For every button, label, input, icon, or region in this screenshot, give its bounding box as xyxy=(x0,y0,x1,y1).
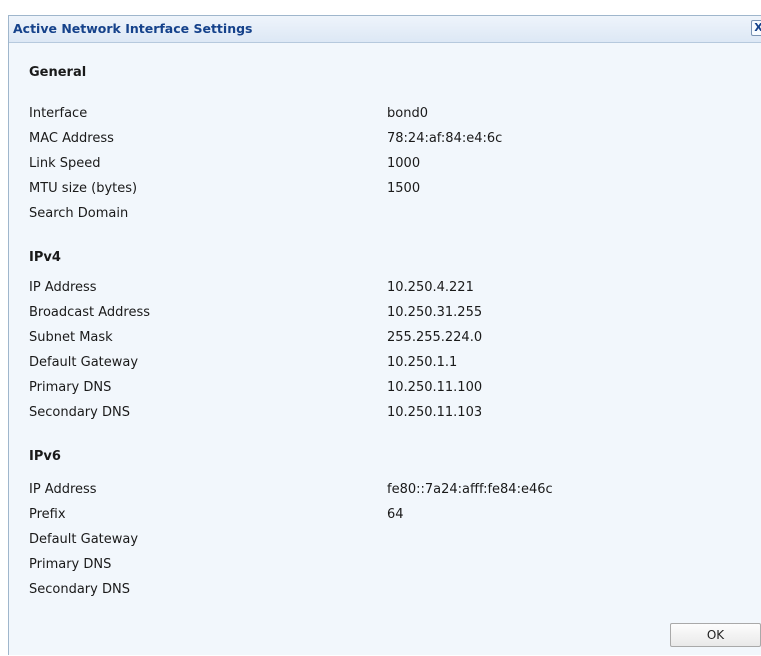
field-value: bond0 xyxy=(387,106,428,121)
field-label: Search Domain xyxy=(29,206,129,221)
row-ipv6-primary-dns: Primary DNS xyxy=(9,557,761,577)
section-heading-ipv4: IPv4 xyxy=(29,250,61,265)
field-label: IP Address xyxy=(29,482,97,497)
network-settings-dialog: Active Network Interface Settings X Gene… xyxy=(8,15,761,655)
field-value: 10.250.11.100 xyxy=(387,380,483,395)
field-value: 10.250.31.255 xyxy=(387,305,483,320)
field-value: 10.250.1.1 xyxy=(387,355,458,370)
field-value: 10.250.11.103 xyxy=(387,405,483,420)
row-ipv4-secondary-dns: Secondary DNS 10.250.11.103 xyxy=(9,405,761,425)
field-label: Primary DNS xyxy=(29,557,112,572)
row-ipv6-address: IP Address fe80::7a24:afff:fe84:e46c xyxy=(9,482,761,502)
field-value: 64 xyxy=(387,507,404,522)
dialog-titlebar: Active Network Interface Settings X xyxy=(9,16,761,43)
field-value: 1500 xyxy=(387,181,421,196)
field-label: Secondary DNS xyxy=(29,582,130,597)
field-label: Primary DNS xyxy=(29,380,112,395)
dialog-body: General Interface bond0 MAC Address 78:2… xyxy=(9,44,761,656)
row-mtu-size: MTU size (bytes) 1500 xyxy=(9,181,761,201)
field-label: Interface xyxy=(29,106,88,121)
field-value: 255.255.224.0 xyxy=(387,330,483,345)
field-value: 1000 xyxy=(387,156,421,171)
row-ipv4-primary-dns: Primary DNS 10.250.11.100 xyxy=(9,380,761,400)
row-broadcast-address: Broadcast Address 10.250.31.255 xyxy=(9,305,761,325)
row-mac-address: MAC Address 78:24:af:84:e4:6c xyxy=(9,131,761,151)
field-label: MTU size (bytes) xyxy=(29,181,138,196)
row-interface: Interface bond0 xyxy=(9,106,761,126)
field-label: Secondary DNS xyxy=(29,405,130,420)
field-label: MAC Address xyxy=(29,131,114,146)
field-label: Default Gateway xyxy=(29,355,139,370)
row-ipv6-secondary-dns: Secondary DNS xyxy=(9,582,761,602)
row-ipv6-prefix: Prefix 64 xyxy=(9,507,761,527)
row-ipv4-default-gateway: Default Gateway 10.250.1.1 xyxy=(9,355,761,375)
field-label: IP Address xyxy=(29,280,97,295)
row-link-speed: Link Speed 1000 xyxy=(9,156,761,176)
row-search-domain: Search Domain xyxy=(9,206,761,226)
field-label: Default Gateway xyxy=(29,532,139,547)
field-value: fe80::7a24:afff:fe84:e46c xyxy=(387,482,553,497)
section-heading-general: General xyxy=(29,65,87,80)
field-label: Link Speed xyxy=(29,156,101,171)
dialog-title: Active Network Interface Settings xyxy=(13,21,253,36)
section-heading-ipv6: IPv6 xyxy=(29,449,61,464)
field-value: 78:24:af:84:e4:6c xyxy=(387,131,503,146)
field-label: Broadcast Address xyxy=(29,305,151,320)
row-ipv6-default-gateway: Default Gateway xyxy=(9,532,761,552)
close-icon[interactable]: X xyxy=(751,20,761,36)
field-label: Subnet Mask xyxy=(29,330,113,345)
field-label: Prefix xyxy=(29,507,66,522)
row-subnet-mask: Subnet Mask 255.255.224.0 xyxy=(9,330,761,350)
ok-button[interactable]: OK xyxy=(670,623,761,647)
field-value: 10.250.4.221 xyxy=(387,280,474,295)
row-ipv4-address: IP Address 10.250.4.221 xyxy=(9,280,761,300)
